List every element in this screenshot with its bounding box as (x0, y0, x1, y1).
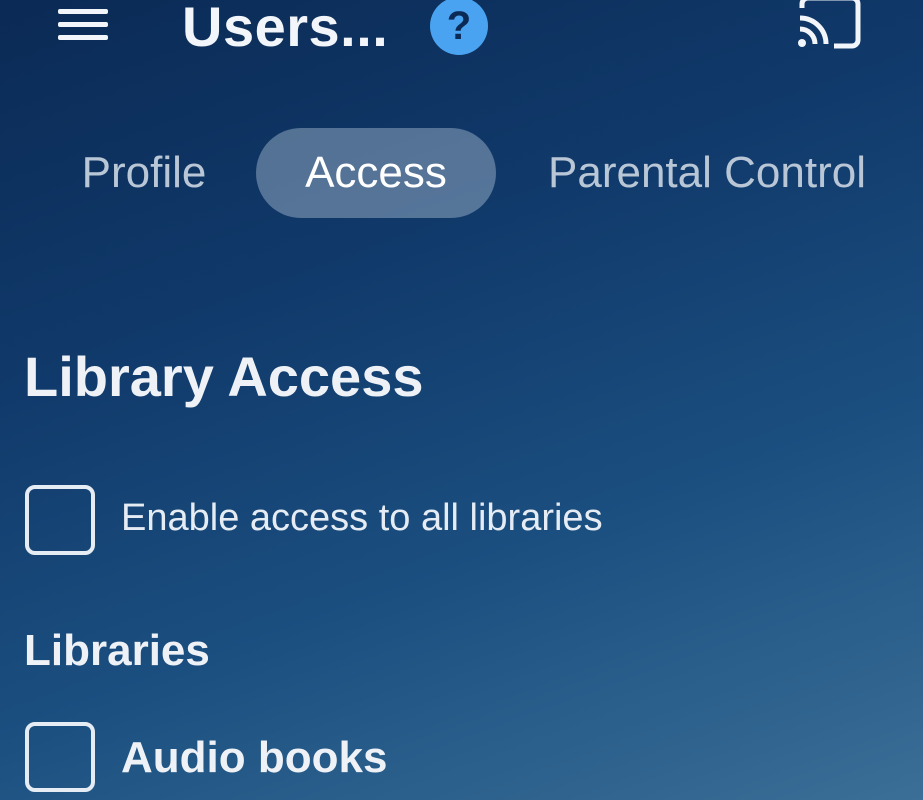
audio-books-label[interactable]: Audio books (121, 733, 387, 783)
tab-access[interactable]: Access (256, 128, 496, 218)
enable-all-libraries-label[interactable]: Enable access to all libraries (121, 497, 603, 540)
page-title: Users... (182, 0, 389, 58)
tab-parental-control[interactable]: Parental Control (522, 128, 892, 218)
libraries-heading: Libraries (24, 626, 210, 675)
tab-bar: Profile Access Parental Control (0, 128, 923, 220)
cast-icon (798, 0, 861, 49)
menu-button[interactable] (50, 2, 116, 48)
app-header: Users... ? (0, 0, 923, 60)
enable-all-libraries-checkbox[interactable] (25, 485, 95, 555)
help-circle-icon: ? (446, 3, 472, 48)
cast-button[interactable] (796, 0, 864, 52)
hamburger-menu-icon (58, 9, 108, 40)
tab-profile[interactable]: Profile (58, 128, 230, 218)
help-button[interactable]: ? (430, 0, 488, 55)
audio-books-checkbox[interactable] (25, 722, 95, 792)
library-access-heading: Library Access (24, 345, 424, 408)
